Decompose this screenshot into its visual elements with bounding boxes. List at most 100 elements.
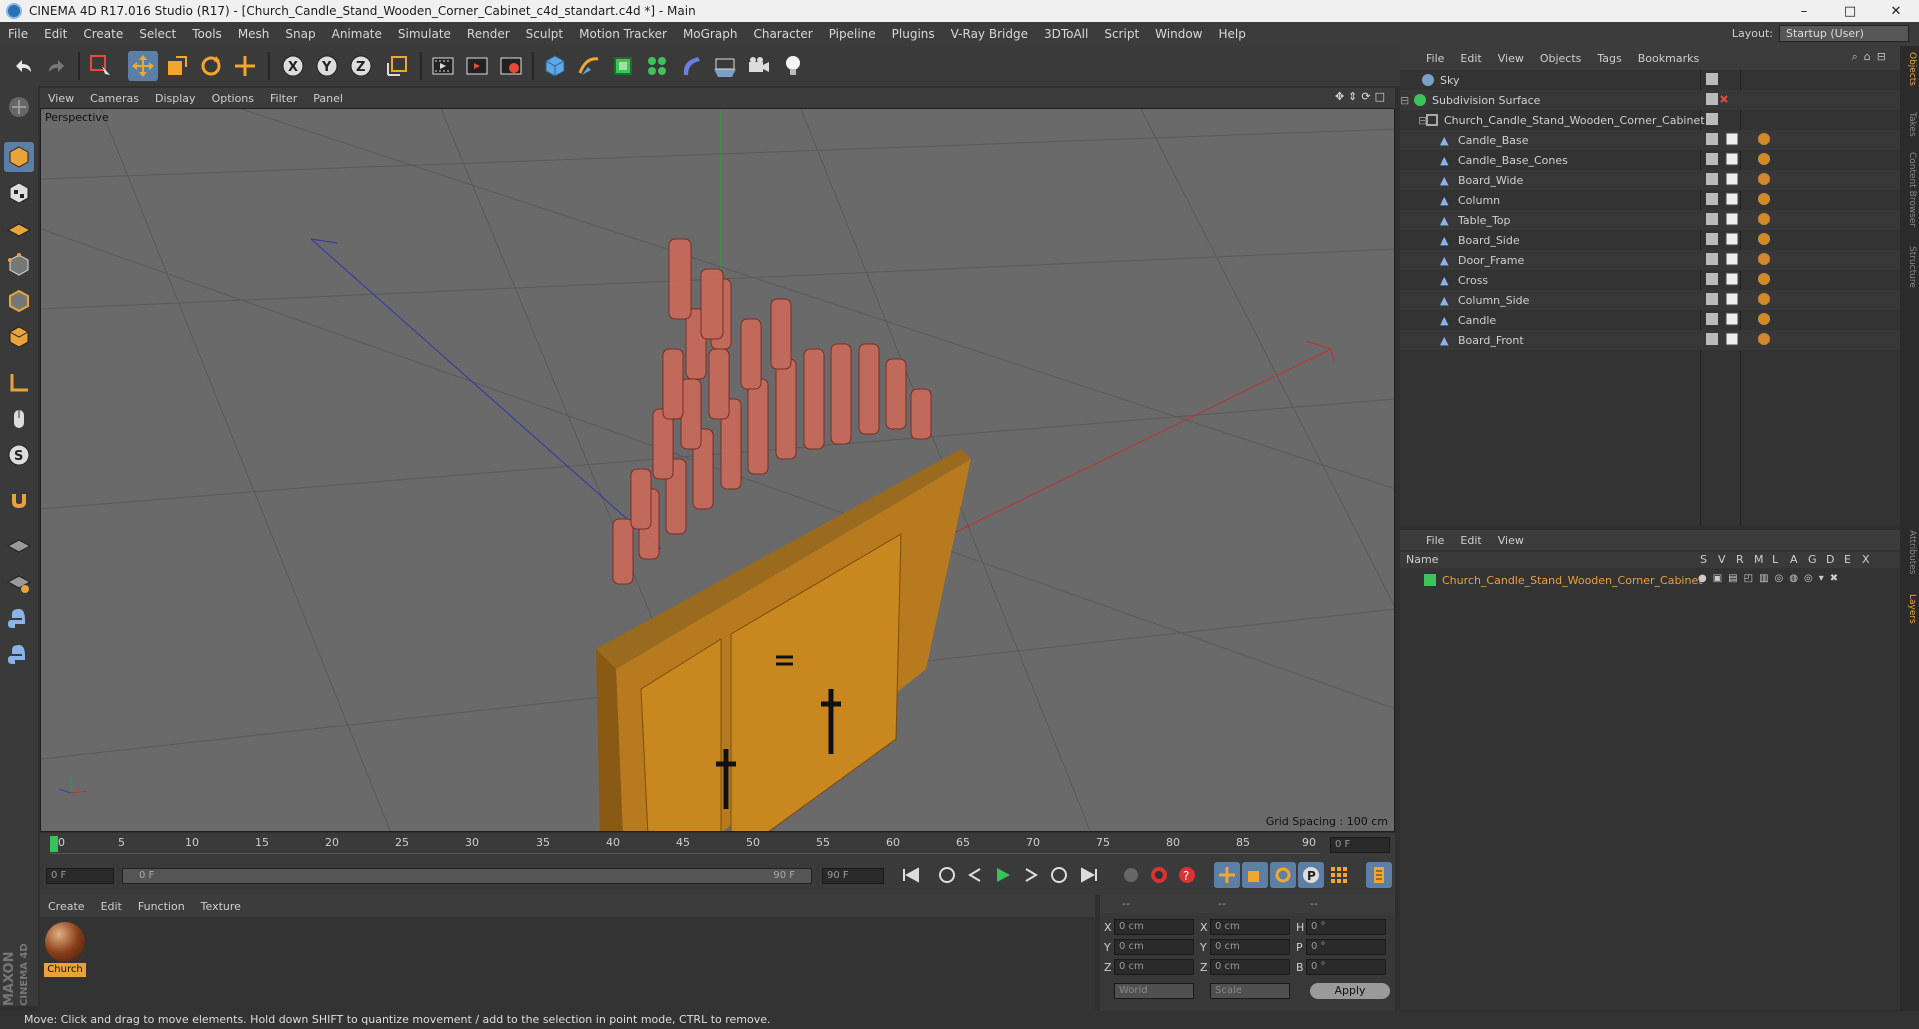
redo-icon[interactable] — [42, 51, 72, 81]
viewport-menu-cameras[interactable]: Cameras — [82, 92, 147, 105]
coordinate-space-dropdown[interactable]: World — [1114, 983, 1194, 999]
menu-simulate[interactable]: Simulate — [390, 27, 459, 41]
menu-mograph[interactable]: MoGraph — [675, 27, 746, 41]
pos-z-field[interactable]: 0 cm — [1114, 959, 1194, 975]
point-level-animation-icon[interactable] — [1326, 862, 1352, 888]
position-key-icon[interactable] — [1214, 862, 1240, 888]
transform-tool-icon[interactable] — [230, 51, 260, 81]
apply-button[interactable]: Apply — [1310, 983, 1390, 999]
layer-color-swatch[interactable] — [1424, 574, 1436, 586]
size-z-field[interactable]: 0 cm — [1210, 959, 1290, 975]
menu-create[interactable]: Create — [75, 27, 131, 41]
menu-plugins[interactable]: Plugins — [884, 27, 943, 41]
render-view-icon[interactable] — [428, 51, 458, 81]
previous-key-icon[interactable] — [934, 862, 960, 888]
undo-icon[interactable] — [8, 51, 38, 81]
move-tool-icon[interactable] — [128, 51, 158, 81]
render-settings-icon[interactable] — [496, 51, 526, 81]
pos-x-field[interactable]: 0 cm — [1114, 919, 1194, 935]
mograph-cloner-icon[interactable] — [642, 51, 672, 81]
end-frame-field[interactable]: 90 F — [822, 868, 884, 884]
spline-pen-icon[interactable] — [574, 51, 604, 81]
menu-file[interactable]: File — [0, 27, 36, 41]
rot-b-field[interactable]: 0 ° — [1306, 959, 1386, 975]
snapping-icon[interactable]: S — [4, 440, 34, 470]
play-icon[interactable] — [990, 862, 1016, 888]
menu-tools[interactable]: Tools — [184, 27, 230, 41]
layer-row-cabinet[interactable]: Church_Candle_Stand_Wooden_Corner_Cabine… — [1400, 570, 1900, 590]
menu-sculpt[interactable]: Sculpt — [518, 27, 571, 41]
viewport-menu-filter[interactable]: Filter — [262, 92, 305, 105]
objects-menu-view[interactable]: View — [1490, 52, 1532, 65]
viewport-nav-icons[interactable]: ✥⇕⟳□ — [1335, 90, 1389, 103]
live-selection-icon[interactable] — [86, 51, 116, 81]
menu-edit[interactable]: Edit — [36, 27, 75, 41]
workplane-lock-icon[interactable] — [4, 532, 34, 562]
texture-mode-icon[interactable] — [4, 178, 34, 208]
objects-search-icon[interactable]: ⌕⌂⊟ — [1852, 50, 1892, 64]
menu-3dtoall[interactable]: 3DToAll — [1036, 27, 1096, 41]
polygons-mode-icon[interactable] — [4, 322, 34, 352]
viewport-menu-panel[interactable]: Panel — [305, 92, 351, 105]
objects-menu-file[interactable]: File — [1418, 52, 1452, 65]
model-mode-icon[interactable] — [4, 142, 34, 172]
material-menu-texture[interactable]: Texture — [193, 900, 249, 913]
autokey-icon[interactable] — [1146, 862, 1172, 888]
next-key-icon[interactable] — [1046, 862, 1072, 888]
objects-menu-bookmarks[interactable]: Bookmarks — [1630, 52, 1707, 65]
menu-select[interactable]: Select — [131, 27, 184, 41]
menu-help[interactable]: Help — [1210, 27, 1253, 41]
layers-menu-edit[interactable]: Edit — [1452, 534, 1489, 547]
objects-menu-objects[interactable]: Objects — [1532, 52, 1590, 65]
objects-menu-tags[interactable]: Tags — [1589, 52, 1629, 65]
material-menu-edit[interactable]: Edit — [93, 900, 130, 913]
timeline-ruler[interactable]: 0 5 10 15 20 25 30 35 40 45 50 55 60 65 … — [40, 833, 1395, 857]
go-to-end-icon[interactable] — [1076, 862, 1102, 888]
parameter-key-icon[interactable]: P — [1298, 862, 1324, 888]
perspective-viewport[interactable]: Perspective Grid Spacing : 100 cm — [40, 108, 1395, 832]
python-script-2-icon[interactable] — [4, 640, 34, 670]
size-mode-dropdown[interactable]: Scale — [1210, 983, 1290, 999]
playhead[interactable] — [50, 836, 58, 852]
keyframe-selection-icon[interactable]: ? — [1174, 862, 1200, 888]
menu-motion-tracker[interactable]: Motion Tracker — [571, 27, 675, 41]
light-bulb-icon[interactable] — [778, 51, 808, 81]
scale-tool-icon[interactable] — [162, 51, 192, 81]
camera-icon[interactable] — [744, 51, 774, 81]
current-frame-field[interactable]: 0 F — [1330, 837, 1390, 853]
edges-mode-icon[interactable] — [4, 286, 34, 316]
next-frame-icon[interactable] — [1018, 862, 1044, 888]
python-script-icon[interactable] — [4, 604, 34, 634]
y-axis-lock-icon[interactable]: Y — [312, 51, 342, 81]
close-button[interactable]: ✕ — [1873, 0, 1919, 22]
render-to-picture-viewer-icon[interactable] — [462, 51, 492, 81]
menu-mesh[interactable]: Mesh — [230, 27, 278, 41]
pos-y-field[interactable]: 0 cm — [1114, 939, 1194, 955]
tab-takes[interactable]: Takes — [1902, 112, 1917, 137]
menu-render[interactable]: Render — [459, 27, 518, 41]
go-to-start-icon[interactable] — [898, 862, 924, 888]
cube-object-icon[interactable] — [540, 51, 570, 81]
layers-menu-file[interactable]: File — [1418, 534, 1452, 547]
material-menu-create[interactable]: Create — [40, 900, 93, 913]
menu-window[interactable]: Window — [1147, 27, 1210, 41]
rot-h-field[interactable]: 0 ° — [1306, 919, 1386, 935]
size-y-field[interactable]: 0 cm — [1210, 939, 1290, 955]
coordinate-system-icon[interactable] — [382, 51, 412, 81]
previous-frame-icon[interactable] — [962, 862, 988, 888]
tweak-mode-icon[interactable] — [4, 404, 34, 434]
workplane-snap-icon[interactable] — [4, 568, 34, 598]
menu-snap[interactable]: Snap — [277, 27, 323, 41]
make-editable-icon[interactable] — [4, 92, 34, 122]
start-frame-field[interactable]: 0 F — [46, 868, 114, 884]
rot-p-field[interactable]: 0 ° — [1306, 939, 1386, 955]
material-church[interactable]: Church — [44, 921, 86, 979]
layers-menu-view[interactable]: View — [1490, 534, 1532, 547]
tab-attributes[interactable]: Attributes — [1902, 530, 1917, 574]
layout-dropdown[interactable]: Startup (User) — [1779, 25, 1909, 42]
rotate-tool-icon[interactable] — [196, 51, 226, 81]
record-keys-icon[interactable] — [1118, 862, 1144, 888]
size-x-field[interactable]: 0 cm — [1210, 919, 1290, 935]
viewport-menu-display[interactable]: Display — [147, 92, 204, 105]
workplane-mode-icon[interactable] — [4, 214, 34, 244]
